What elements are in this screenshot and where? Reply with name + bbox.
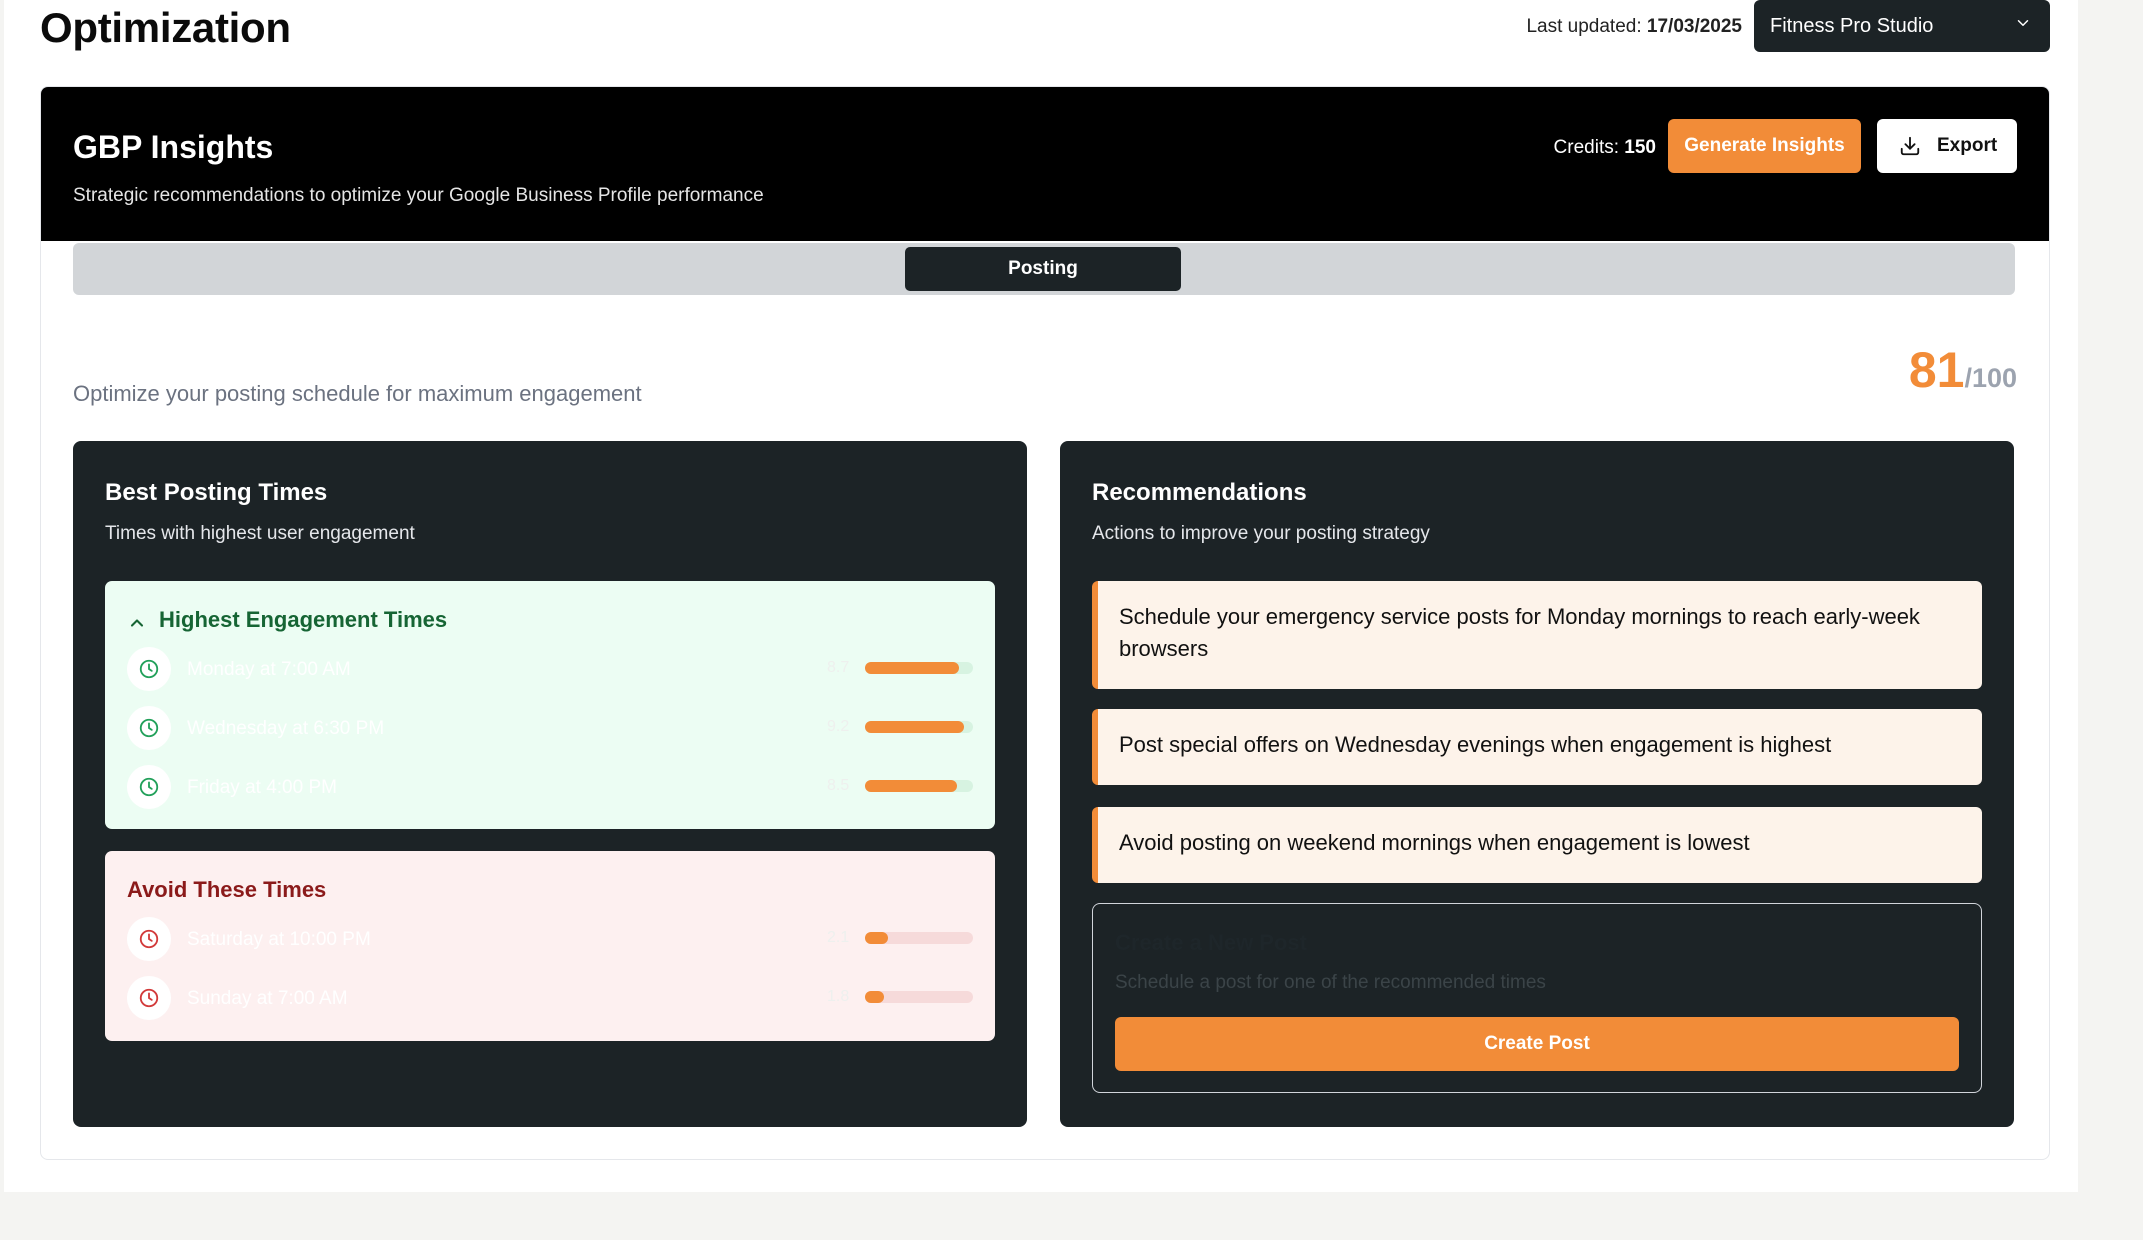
engagement-bar-fill xyxy=(865,780,957,792)
time-score: 1.8 xyxy=(827,988,850,1005)
score-value: 81 xyxy=(1908,342,1965,398)
tab-bar: Posting xyxy=(73,243,2015,295)
recommendation-item: Avoid posting on weekend mornings when e… xyxy=(1092,807,1982,883)
time-score: 2.1 xyxy=(827,929,850,946)
time-row: Wednesday at 6:30 PM 9.2 xyxy=(127,706,973,752)
tab-posting[interactable]: Posting xyxy=(905,247,1181,291)
clock-icon xyxy=(127,647,171,691)
insights-card: GBP Insights Strategic recommendations t… xyxy=(40,86,2050,1160)
recommendations-panel: Recommendations Actions to improve your … xyxy=(1060,441,2014,1127)
engagement-bar-fill xyxy=(865,932,888,944)
page-title: Optimization xyxy=(40,4,291,51)
download-icon xyxy=(1900,136,1920,156)
banner-title: GBP Insights xyxy=(73,129,274,165)
time-label: Friday at 4:00 PM xyxy=(187,777,337,798)
highest-engagement-box: Highest Engagement Times Monday at 7:00 … xyxy=(105,581,995,829)
chevron-up-icon xyxy=(130,619,144,627)
credits-value: 150 xyxy=(1624,137,1656,158)
create-post-button[interactable]: Create Post xyxy=(1115,1017,1959,1071)
engagement-bar-fill xyxy=(865,662,959,674)
clock-icon xyxy=(127,765,171,809)
generate-insights-button[interactable]: Generate Insights xyxy=(1668,119,1861,173)
engagement-bar xyxy=(865,780,973,792)
highest-engagement-heading: Highest Engagement Times xyxy=(159,607,448,632)
panel-subtitle: Times with highest user engagement xyxy=(105,523,415,544)
export-label: Export xyxy=(1937,135,1998,156)
insights-banner: GBP Insights Strategic recommendations t… xyxy=(41,87,2049,241)
time-row: Monday at 7:00 AM 8.7 xyxy=(127,647,973,693)
engagement-bar-fill xyxy=(865,991,885,1003)
clock-icon xyxy=(127,917,171,961)
avoid-times-heading: Avoid These Times xyxy=(127,877,327,902)
time-label: Wednesday at 6:30 PM xyxy=(187,718,385,739)
time-score: 9.2 xyxy=(827,718,850,735)
engagement-bar xyxy=(865,932,973,944)
avoid-times-box: Avoid These Times Saturday at 10:00 PM 2… xyxy=(105,851,995,1041)
clock-icon xyxy=(127,976,171,1020)
clock-icon xyxy=(127,706,171,750)
time-row: Saturday at 10:00 PM 2.1 xyxy=(127,917,973,963)
time-label: Monday at 7:00 AM xyxy=(187,659,351,680)
last-updated: Last updated: 17/03/2025 xyxy=(1526,16,1742,38)
engagement-bar xyxy=(865,991,973,1003)
credits: Credits: 150 xyxy=(1554,137,1656,159)
engagement-bar xyxy=(865,721,973,733)
top-bar: Optimization Last updated: 17/03/2025 Fi… xyxy=(40,0,2050,60)
panel-title: Recommendations xyxy=(1092,479,1307,506)
chevron-down-icon xyxy=(2017,20,2029,26)
panel-title: Best Posting Times xyxy=(105,479,328,506)
create-post-box: Create a New Post Schedule a post for on… xyxy=(1092,903,1982,1093)
banner-subtitle: Strategic recommendations to optimize yo… xyxy=(73,185,764,206)
engagement-bar-fill xyxy=(865,721,965,733)
optimization-score: 81/100 xyxy=(1909,341,2017,399)
section-description: Optimize your posting schedule for maxim… xyxy=(73,381,642,406)
credits-label: Credits: xyxy=(1553,137,1620,158)
time-label: Saturday at 10:00 PM xyxy=(187,929,371,950)
last-updated-label: Last updated: xyxy=(1526,16,1642,37)
business-select-value: Fitness Pro Studio xyxy=(1770,15,1934,37)
score-max: /100 xyxy=(1964,363,2017,393)
time-row: Friday at 4:00 PM 8.5 xyxy=(127,765,973,811)
recommendation-item: Post special offers on Wednesday evening… xyxy=(1092,709,1982,785)
panel-subtitle: Actions to improve your posting strategy xyxy=(1092,523,1430,544)
export-button[interactable]: Export xyxy=(1877,119,2017,173)
page: Optimization Last updated: 17/03/2025 Fi… xyxy=(4,0,2078,1192)
time-label: Sunday at 7:00 AM xyxy=(187,988,348,1009)
time-score: 8.7 xyxy=(827,659,850,676)
time-score: 8.5 xyxy=(827,777,850,794)
time-row: Sunday at 7:00 AM 1.8 xyxy=(127,976,973,1022)
business-select[interactable]: Fitness Pro Studio xyxy=(1754,0,2050,52)
engagement-bar xyxy=(865,662,973,674)
best-posting-times-panel: Best Posting Times Times with highest us… xyxy=(73,441,1027,1127)
recommendation-item: Schedule your emergency service posts fo… xyxy=(1092,581,1982,689)
create-post-title: Create a New Post xyxy=(1115,930,1307,955)
create-post-subtitle: Schedule a post for one of the recommend… xyxy=(1115,972,1546,993)
highest-engagement-toggle[interactable]: Highest Engagement Times xyxy=(127,607,447,633)
last-updated-date: 17/03/2025 xyxy=(1646,16,1742,37)
